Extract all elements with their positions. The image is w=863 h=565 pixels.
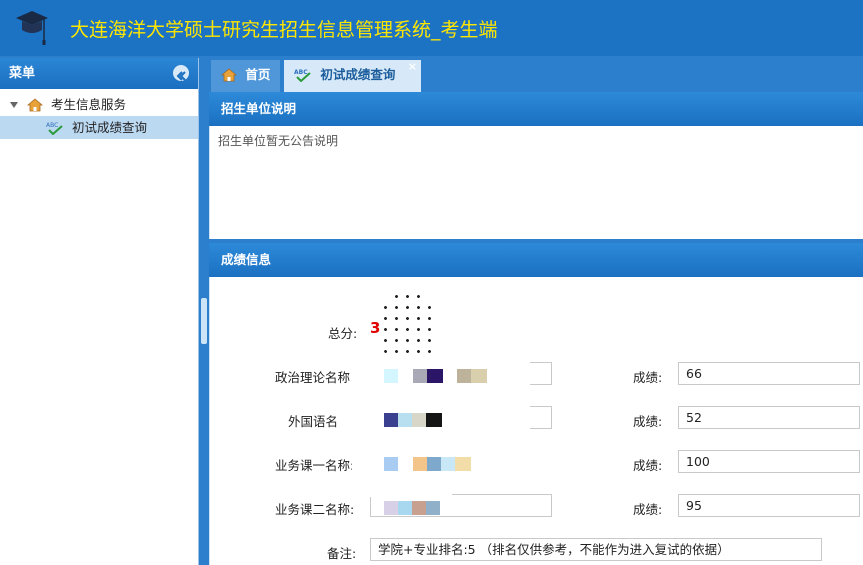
- subject4-label: 业务课二名称:: [275, 502, 355, 517]
- redaction-pixel: [455, 457, 471, 471]
- close-icon[interactable]: ×: [408, 52, 417, 82]
- redaction-pixel: [426, 501, 440, 515]
- sidebar: 菜单 考生信息服务 ABC 初试成绩查询: [0, 58, 199, 565]
- tab-label: 初试成绩查询: [320, 67, 396, 82]
- home-icon: [221, 67, 237, 81]
- redaction-pixel: [413, 369, 427, 383]
- abc-check-icon: ABC: [294, 69, 311, 82]
- remark-label: 备注:: [327, 546, 357, 561]
- collapse-left-icon[interactable]: [173, 65, 189, 81]
- subject4-score-field: 95: [678, 494, 860, 517]
- redaction-mask: [352, 491, 452, 497]
- home-icon: [26, 97, 43, 111]
- redaction-pixel: [412, 413, 426, 427]
- tree-node-score-query[interactable]: ABC 初试成绩查询: [0, 116, 198, 139]
- subject3-score-field: 100: [678, 450, 860, 473]
- main-content: 首页 ABC 初试成绩查询 × 招生单位说明 招生单位暂无公告说明 成绩信息 总…: [209, 58, 863, 565]
- subject2-score-field: 52: [678, 406, 860, 429]
- redaction-pixel: [427, 457, 441, 471]
- redaction-pixel: [412, 501, 426, 515]
- tree-node-label: 考生信息服务: [50, 97, 126, 112]
- scores-panel-title: 成绩信息: [209, 243, 863, 277]
- graduation-cap-icon: [16, 11, 48, 45]
- redaction-pixel: [426, 413, 442, 427]
- redaction-pixel: [384, 501, 398, 515]
- abc-check-icon: ABC: [46, 122, 63, 135]
- subject1-label: 政治理论名称: [275, 370, 351, 385]
- layout-splitter[interactable]: [199, 58, 209, 565]
- sidebar-header: 菜单: [0, 58, 198, 89]
- tab-score-query[interactable]: ABC 初试成绩查询 ×: [284, 60, 421, 92]
- redaction-pixel: [413, 457, 427, 471]
- scores-panel: 总分: 3 政治理论名称 成绩: 66 外国语名 成绩: 52 业务课一名称: …: [209, 277, 863, 565]
- redaction-pixel: [457, 369, 471, 383]
- tree-node-student-services[interactable]: 考生信息服务: [0, 93, 198, 116]
- redaction-pixel: [471, 369, 487, 383]
- subject3-label: 业务课一名称:: [275, 458, 355, 473]
- redaction-pixel: [427, 369, 443, 383]
- notice-text: 招生单位暂无公告说明: [209, 126, 863, 239]
- total-label: 总分:: [328, 326, 358, 341]
- tab-home[interactable]: 首页: [211, 60, 280, 92]
- redaction-mask: [380, 291, 436, 365]
- tab-bar: 首页 ABC 初试成绩查询 ×: [209, 58, 863, 92]
- subject2-score-label: 成绩:: [633, 414, 663, 429]
- app-header: 大连海洋大学硕士研究生招生信息管理系统_考生端: [0, 0, 863, 56]
- svg-text:ABC: ABC: [46, 122, 58, 129]
- tree-node-label: 初试成绩查询: [71, 120, 147, 135]
- svg-text:ABC: ABC: [294, 69, 308, 76]
- subject4-score-label: 成绩:: [633, 502, 663, 517]
- subject3-score-label: 成绩:: [633, 458, 663, 473]
- notice-panel-title: 招生单位说明: [209, 92, 863, 126]
- redaction-pixel: [384, 369, 398, 383]
- splitter-handle[interactable]: [201, 298, 207, 344]
- redaction-pixel: [384, 457, 398, 471]
- redaction-pixel: [398, 501, 412, 515]
- remark-field: 学院+专业排名:5 （排名仅供参考，不能作为进入复试的依据）: [370, 538, 822, 561]
- sidebar-title: 菜单: [9, 66, 36, 81]
- total-score-value: 3: [370, 319, 381, 337]
- app-title: 大连海洋大学硕士研究生招生信息管理系统_考生端: [70, 19, 498, 41]
- subject1-score-label: 成绩:: [633, 370, 663, 385]
- redaction-pixel: [441, 457, 455, 471]
- subject2-label: 外国语名: [288, 414, 339, 429]
- redaction-pixel: [384, 413, 398, 427]
- tab-label: 首页: [245, 67, 271, 82]
- expand-arrow-icon[interactable]: [10, 101, 18, 108]
- subject1-score-field: 66: [678, 362, 860, 385]
- redaction-pixel: [398, 413, 412, 427]
